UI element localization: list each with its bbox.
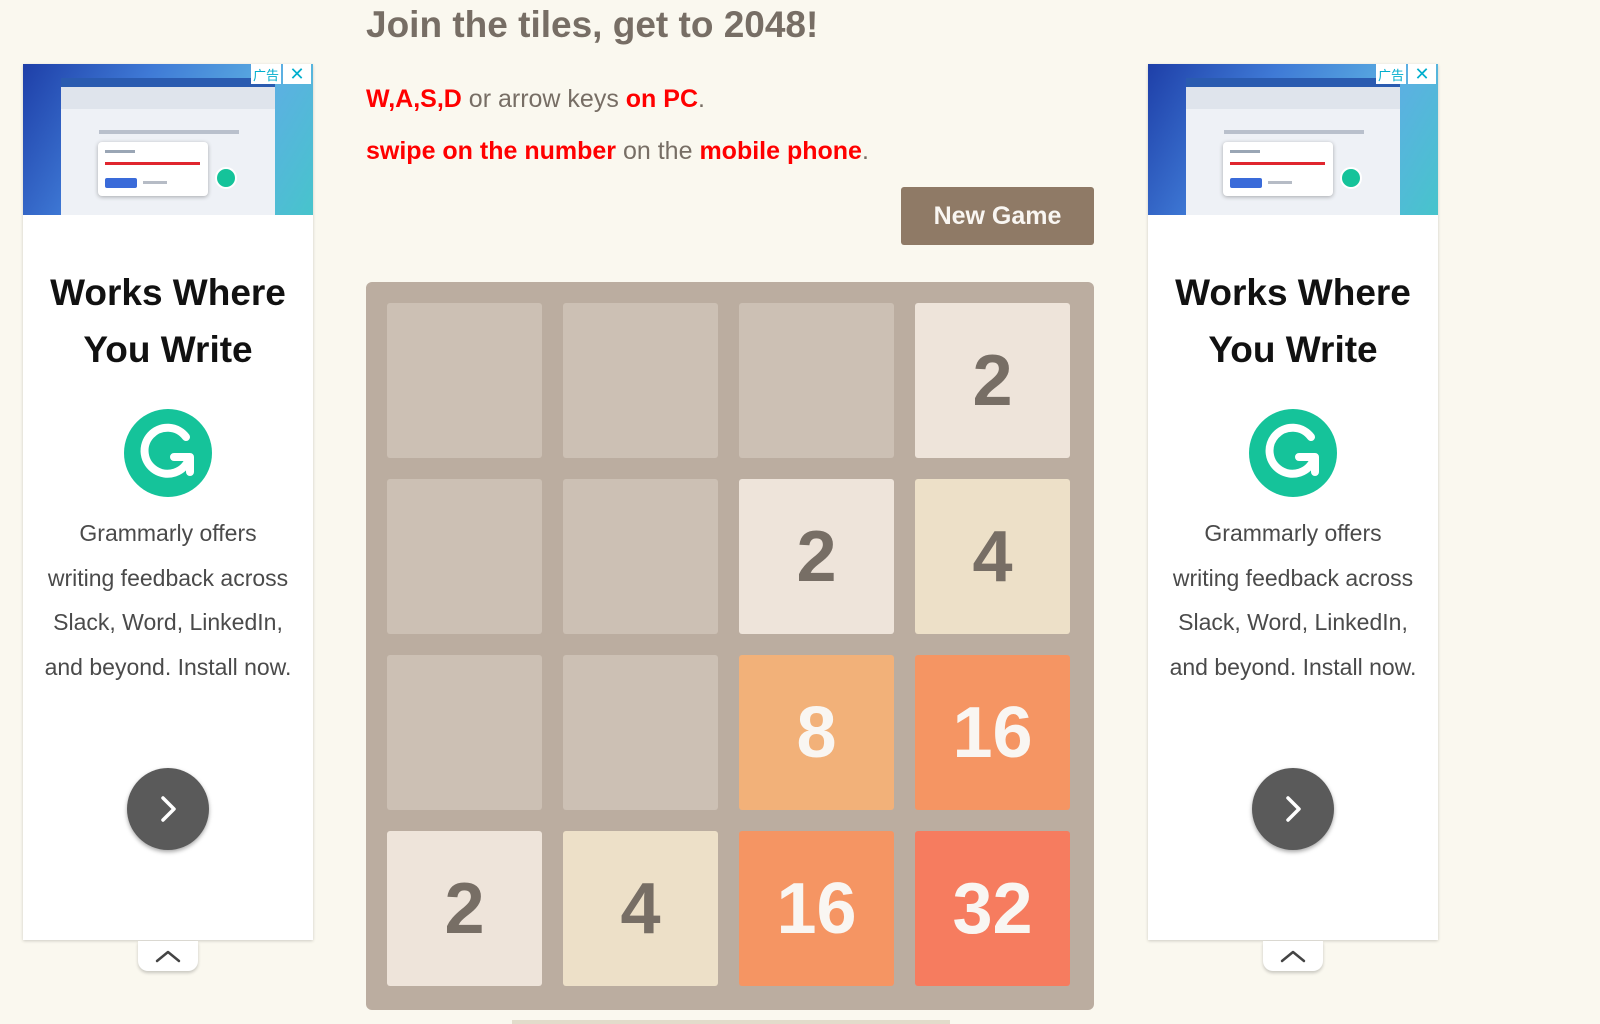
ad-title-line1: Works Where: [50, 272, 286, 313]
ad-screenshot-popup: [98, 142, 208, 196]
ad-choices-label[interactable]: 广告: [251, 64, 281, 84]
ad-screenshot-popup: [1223, 142, 1333, 196]
keys-text: W,A,S,D: [366, 85, 462, 113]
tile-4: 4: [563, 831, 718, 986]
game-board[interactable]: 2 2 4 8 16 2 4 16 32: [366, 282, 1094, 1010]
new-game-button[interactable]: New Game: [901, 187, 1094, 245]
ad-cta-button[interactable]: [1252, 768, 1334, 850]
tile-2: 2: [915, 303, 1070, 458]
ad-title-line2: You Write: [83, 329, 253, 370]
right-ad-collapse-button[interactable]: [1263, 941, 1323, 971]
empty-cell: [387, 303, 542, 458]
swipe-text: swipe on the number: [366, 137, 617, 165]
chevron-up-icon: [1280, 950, 1306, 963]
ad-close-icon[interactable]: ✕: [283, 64, 311, 84]
grammarly-mini-icon: [215, 167, 237, 189]
ad-body-text: Grammarly offers writing feedback across…: [1169, 520, 1417, 680]
keys-mid-text: or arrow keys: [461, 85, 626, 113]
mobile-text: mobile phone: [699, 137, 862, 165]
ad-banner-image[interactable]: [1148, 64, 1438, 215]
tile-2: 2: [387, 831, 542, 986]
empty-cell: [563, 479, 718, 634]
left-ad[interactable]: 广告 ✕ Works Where You Write Grammarly off…: [23, 64, 313, 940]
ad-title-line1: Works Where: [1175, 272, 1411, 313]
mobile-instructions: swipe on the number on the mobile phone.: [366, 137, 869, 166]
tile-8: 8: [739, 655, 894, 810]
ad-banner-image[interactable]: [23, 64, 313, 215]
ad-body-text: Grammarly offers writing feedback across…: [44, 520, 292, 680]
chevron-right-icon: [161, 796, 176, 822]
swipe-end-text: .: [861, 137, 869, 165]
grammarly-g-icon[interactable]: [124, 409, 212, 497]
empty-cell: [563, 303, 718, 458]
tile-2: 2: [739, 479, 894, 634]
empty-cell: [387, 655, 542, 810]
tile-4: 4: [915, 479, 1070, 634]
ad-title-line2: You Write: [1208, 329, 1378, 370]
tile-16: 16: [739, 831, 894, 986]
right-ad[interactable]: 广告 ✕ Works Where You Write Grammarly off…: [1148, 64, 1438, 940]
pc-text: on PC: [625, 85, 698, 113]
game-headline: Join the tiles, get to 2048!: [366, 4, 819, 45]
swipe-mid-text: on the: [616, 137, 700, 165]
ad-choices-label[interactable]: 广告: [1376, 64, 1406, 84]
left-ad-collapse-button[interactable]: [138, 941, 198, 971]
ad-close-icon[interactable]: ✕: [1408, 64, 1436, 84]
chevron-up-icon: [155, 950, 181, 963]
ad-title[interactable]: Works Where You Write: [23, 264, 313, 378]
bottom-divider: [512, 1020, 950, 1024]
empty-cell: [563, 655, 718, 810]
tile-16: 16: [915, 655, 1070, 810]
ad-cta-button[interactable]: [127, 768, 209, 850]
ad-title[interactable]: Works Where You Write: [1148, 264, 1438, 378]
pc-instructions: W,A,S,D or arrow keys on PC.: [366, 85, 705, 114]
tile-32: 32: [915, 831, 1070, 986]
empty-cell: [387, 479, 542, 634]
grammarly-g-icon[interactable]: [1249, 409, 1337, 497]
keys-end-text: .: [698, 85, 705, 113]
empty-cell: [739, 303, 894, 458]
chevron-right-icon: [1286, 796, 1301, 822]
grammarly-mini-icon: [1340, 167, 1362, 189]
